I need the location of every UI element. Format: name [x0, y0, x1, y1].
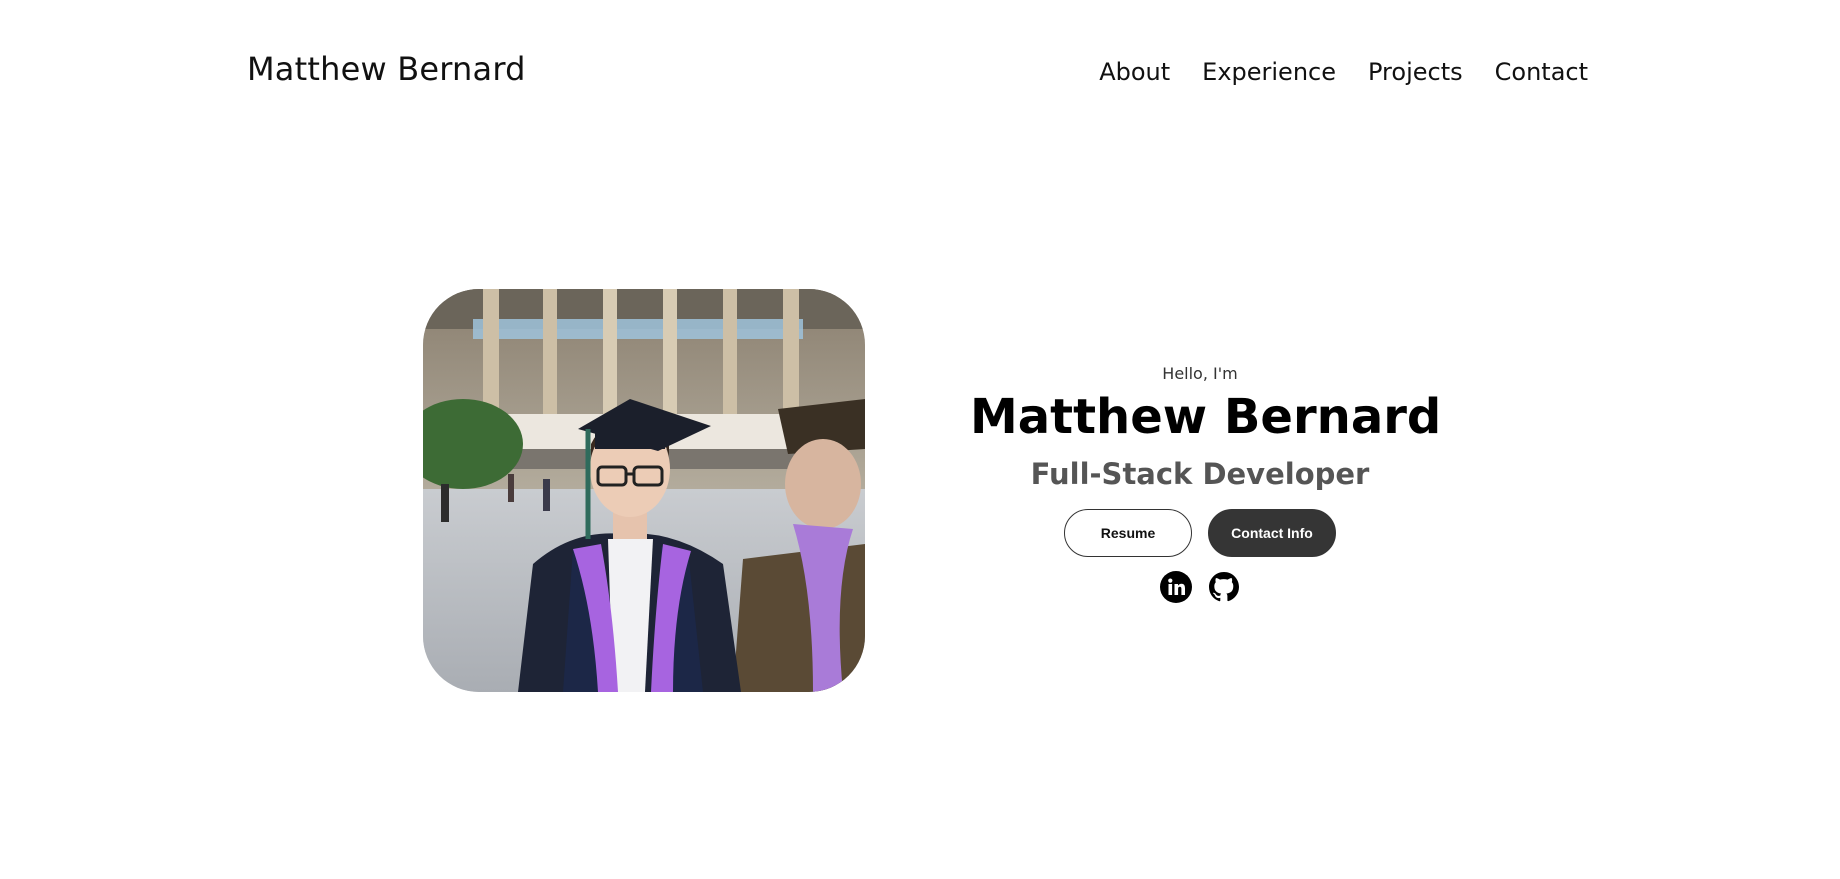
nav-link-projects[interactable]: Projects — [1368, 58, 1463, 86]
hero-greeting: Hello, I'm — [1162, 364, 1238, 383]
hero-section: Hello, I'm Matthew Bernard Full-Stack De… — [970, 360, 1442, 603]
linkedin-icon[interactable] — [1160, 571, 1192, 603]
page: Matthew Bernard About Experience Project… — [0, 0, 1840, 879]
contact-info-button[interactable]: Contact Info — [1208, 509, 1336, 557]
nav-link-contact[interactable]: Contact — [1495, 58, 1588, 86]
nav-link-experience[interactable]: Experience — [1202, 58, 1336, 86]
resume-button[interactable]: Resume — [1064, 509, 1192, 557]
site-name-logo: Matthew Bernard — [247, 50, 526, 88]
profile-photo — [423, 289, 865, 692]
main-nav: About Experience Projects Contact — [1099, 58, 1588, 86]
hero-name: Matthew Bernard — [970, 389, 1442, 445]
hero-title: Full-Stack Developer — [1030, 457, 1370, 491]
nav-link-about[interactable]: About — [1099, 58, 1170, 86]
social-links — [970, 571, 1430, 603]
hero-buttons: Resume Contact Info — [970, 509, 1430, 557]
github-icon[interactable] — [1208, 571, 1240, 603]
